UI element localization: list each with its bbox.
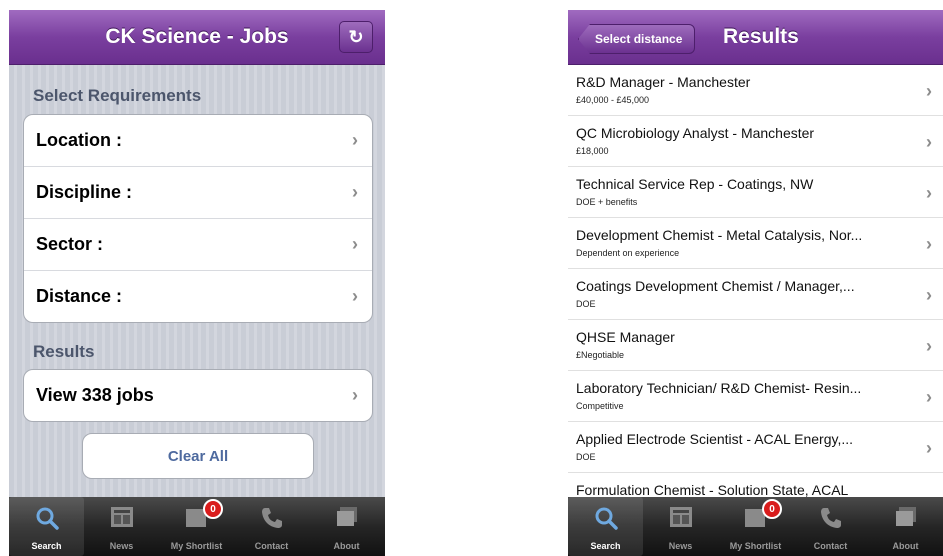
job-title: Laboratory Technician/ R&D Chemist- Resi… — [576, 380, 862, 396]
job-salary: £18,000 — [576, 146, 609, 156]
chevron-right-icon: › — [352, 182, 358, 202]
about-icon — [895, 507, 916, 526]
back-button[interactable]: Select distance — [578, 24, 696, 54]
list-item[interactable]: Development Chemist - Metal Catalysis, N… — [568, 218, 943, 269]
job-title: QHSE Manager — [576, 329, 675, 345]
job-salary: £40,000 - £45,000 — [576, 95, 650, 105]
list-item[interactable]: QHSE Manager £Negotiable › — [568, 320, 943, 371]
tab-bar: Search News 0 My Shortlist Contact About — [9, 497, 385, 556]
tab-news[interactable]: News — [84, 497, 159, 556]
search-screen: CK Science - Jobs ↻ Select Requirements … — [9, 10, 385, 556]
phone-icon — [820, 508, 841, 528]
tab-shortlist[interactable]: 0 My Shortlist — [718, 497, 793, 556]
chevron-right-icon: › — [926, 183, 932, 203]
tab-search[interactable]: Search — [568, 497, 643, 556]
tab-about[interactable]: About — [868, 497, 943, 556]
search-icon — [36, 507, 59, 530]
shortlist-badge: 0 — [203, 499, 223, 519]
refresh-icon: ↻ — [348, 26, 364, 47]
requirements-header: Select Requirements — [33, 86, 202, 105]
chevron-right-icon: › — [926, 81, 932, 101]
results-group: View 338 jobs › — [23, 369, 373, 422]
tab-label: Contact — [813, 541, 848, 551]
chevron-right-icon: › — [926, 132, 932, 152]
news-icon — [669, 507, 692, 527]
shortlist-badge: 0 — [762, 499, 782, 519]
job-title: Applied Electrode Scientist - ACAL Energ… — [576, 431, 854, 447]
chevron-right-icon: › — [352, 130, 358, 150]
sector-label: Sector : — [36, 234, 104, 254]
tab-label: Search — [590, 541, 621, 551]
location-cell[interactable]: Location : › — [24, 115, 372, 167]
navigation-bar: CK Science - Jobs ↻ — [9, 10, 385, 65]
sector-cell[interactable]: Sector : › — [24, 219, 372, 271]
job-title: R&D Manager - Manchester — [576, 74, 751, 90]
tab-label: My Shortlist — [729, 541, 782, 551]
tab-label: News — [109, 541, 134, 551]
tab-label: My Shortlist — [170, 541, 223, 551]
requirements-group: Location : › Discipline : › Sector : › D… — [23, 114, 373, 323]
list-item[interactable]: R&D Manager - Manchester £40,000 - £45,0… — [568, 65, 943, 116]
chevron-right-icon: › — [352, 234, 358, 254]
job-salary: £Negotiable — [576, 350, 625, 360]
results-header: Results — [33, 342, 95, 361]
list-item[interactable]: Technical Service Rep - Coatings, NW DOE… — [568, 167, 943, 218]
page-title: CK Science - Jobs — [105, 25, 289, 48]
phone-icon — [261, 508, 282, 528]
job-salary: DOE — [576, 452, 596, 462]
refresh-button[interactable]: ↻ — [339, 21, 373, 53]
job-title: Formulation Chemist - Solution State, AC… — [576, 482, 849, 497]
clear-all-button[interactable]: Clear All — [82, 433, 314, 479]
tab-label: Contact — [254, 541, 289, 551]
view-jobs-cell[interactable]: View 338 jobs › — [24, 370, 372, 421]
chevron-right-icon: › — [926, 336, 932, 356]
chevron-right-icon: › — [352, 286, 358, 306]
list-item[interactable]: QC Microbiology Analyst - Manchester £18… — [568, 116, 943, 167]
tab-contact[interactable]: Contact — [234, 497, 309, 556]
job-salary: Competitive — [576, 401, 624, 411]
job-title: Development Chemist - Metal Catalysis, N… — [576, 227, 863, 243]
search-icon — [595, 507, 618, 530]
list-item[interactable]: Coatings Development Chemist / Manager,.… — [568, 269, 943, 320]
chevron-right-icon: › — [926, 285, 932, 305]
job-list: R&D Manager - Manchester £40,000 - £45,0… — [568, 65, 943, 497]
chevron-right-icon: › — [926, 234, 932, 254]
tab-shortlist[interactable]: 0 My Shortlist — [159, 497, 234, 556]
tab-label: News — [668, 541, 693, 551]
tab-about[interactable]: About — [309, 497, 384, 556]
list-item[interactable]: Laboratory Technician/ R&D Chemist- Resi… — [568, 371, 943, 422]
job-title: QC Microbiology Analyst - Manchester — [576, 125, 815, 141]
chevron-right-icon: › — [926, 438, 932, 458]
tab-label: Search — [31, 541, 62, 551]
view-jobs-label: View 338 jobs — [36, 385, 154, 405]
tab-label: About — [333, 541, 360, 551]
chevron-right-icon: › — [352, 385, 358, 405]
distance-label: Distance : — [36, 286, 123, 306]
location-label: Location : — [36, 130, 122, 150]
tab-search[interactable]: Search — [9, 497, 84, 556]
distance-cell[interactable]: Distance : › — [24, 271, 372, 322]
job-title: Coatings Development Chemist / Manager,.… — [576, 278, 855, 294]
discipline-label: Discipline : — [36, 182, 133, 202]
discipline-cell[interactable]: Discipline : › — [24, 167, 372, 219]
news-icon — [110, 507, 133, 527]
tab-bar: Search News 0 My Shortlist Contact About — [568, 497, 943, 556]
job-title: Technical Service Rep - Coatings, NW — [576, 176, 814, 192]
page-title: Results — [723, 25, 799, 48]
chevron-right-icon: › — [926, 387, 932, 407]
tab-contact[interactable]: Contact — [793, 497, 868, 556]
list-item[interactable]: Applied Electrode Scientist - ACAL Energ… — [568, 422, 943, 473]
list-item[interactable]: Formulation Chemist - Solution State, AC… — [568, 473, 943, 497]
job-salary: DOE — [576, 299, 596, 309]
about-icon — [336, 507, 357, 526]
job-salary: DOE + benefits — [576, 197, 638, 207]
job-salary: Dependent on experience — [576, 248, 680, 258]
tab-label: About — [892, 541, 919, 551]
navigation-bar: Select distance Results — [568, 10, 943, 65]
tab-news[interactable]: News — [643, 497, 718, 556]
results-screen: Select distance Results R&D Manager - Ma… — [568, 10, 943, 556]
